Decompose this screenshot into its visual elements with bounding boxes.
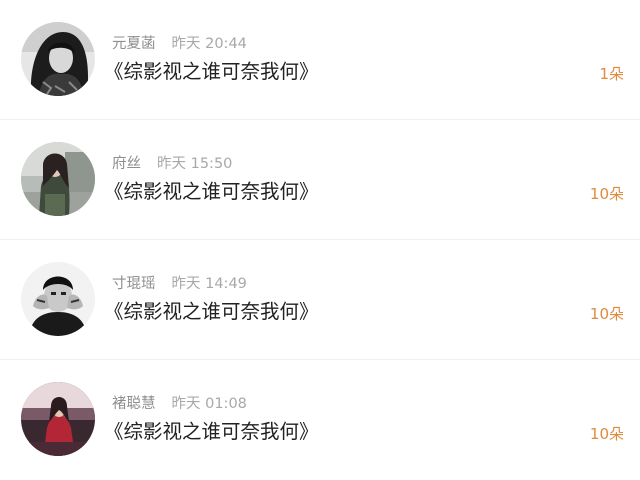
item-meta: 府丝 昨天 15:50 [112, 154, 232, 174]
flower-count: 1朵 [599, 65, 624, 83]
avatar[interactable] [21, 142, 95, 216]
list-item[interactable]: 褚聪慧 昨天 01:08 《综影视之谁可奈我何》 10朵 [0, 360, 640, 480]
timestamp: 昨天 01:08 [171, 396, 247, 412]
avatar[interactable] [21, 262, 95, 336]
timestamp: 昨天 15:50 [157, 156, 233, 172]
flower-count: 10朵 [589, 305, 624, 323]
avatar[interactable] [21, 22, 95, 96]
girl-photo-icon [21, 142, 95, 216]
flower-count: 10朵 [589, 425, 624, 443]
book-title[interactable]: 《综影视之谁可奈我何》 [104, 418, 319, 446]
girl-red-dress-icon [21, 382, 95, 456]
item-meta: 元夏菡 昨天 20:44 [112, 34, 247, 54]
gift-list: 元夏菡 昨天 20:44 《综影视之谁可奈我何》 1朵 府丝 昨天 15:50 《综… [0, 0, 640, 479]
list-item[interactable]: 元夏菡 昨天 20:44 《综影视之谁可奈我何》 1朵 [0, 0, 640, 120]
user-name[interactable]: 褚聪慧 [112, 396, 156, 412]
item-meta: 寸琨瑶 昨天 14:49 [112, 274, 247, 294]
timestamp: 昨天 20:44 [171, 36, 247, 52]
user-name[interactable]: 元夏菡 [112, 36, 156, 52]
list-item[interactable]: 府丝 昨天 15:50 《综影视之谁可奈我何》 10朵 [0, 120, 640, 240]
avatar[interactable] [21, 382, 95, 456]
user-name[interactable]: 府丝 [112, 156, 141, 172]
timestamp: 昨天 14:49 [171, 276, 247, 292]
user-name[interactable]: 寸琨瑶 [112, 276, 156, 292]
book-title[interactable]: 《综影视之谁可奈我何》 [104, 58, 319, 86]
item-meta: 褚聪慧 昨天 01:08 [112, 394, 247, 414]
man-portrait-icon [21, 262, 95, 336]
list-item[interactable]: 寸琨瑶 昨天 14:49 《综影视之谁可奈我何》 10朵 [0, 240, 640, 360]
flower-count: 10朵 [589, 185, 624, 203]
book-title[interactable]: 《综影视之谁可奈我何》 [104, 178, 319, 206]
book-title[interactable]: 《综影视之谁可奈我何》 [104, 298, 319, 326]
woman-portrait-icon [21, 22, 95, 96]
